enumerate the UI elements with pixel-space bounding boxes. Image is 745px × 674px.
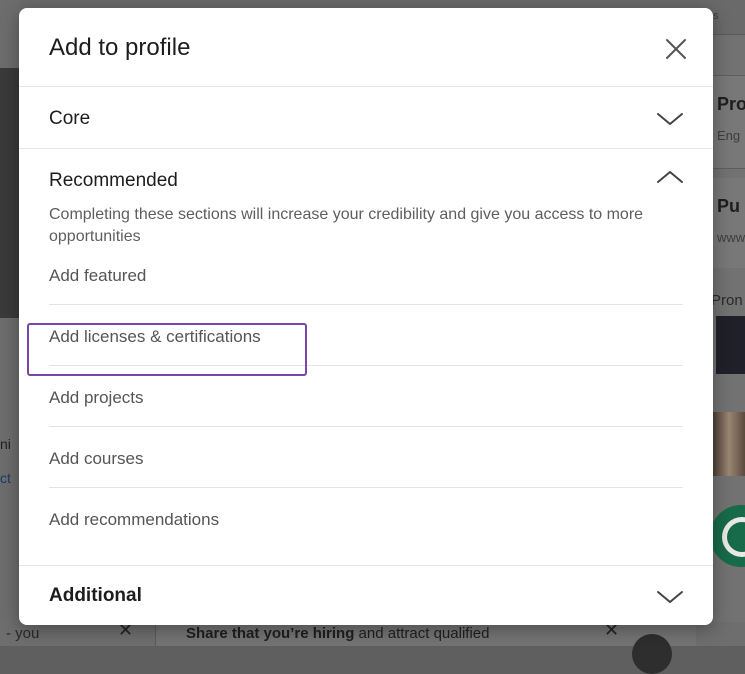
- recommended-description: Completing these sections will increase …: [49, 206, 644, 245]
- section-additional[interactable]: Additional: [19, 565, 713, 625]
- add-recommendations-label: Add recommendations: [49, 510, 220, 529]
- add-featured-item[interactable]: Add featured: [49, 254, 683, 305]
- close-button[interactable]: [661, 34, 691, 64]
- right-card-2-title: Pu: [717, 196, 741, 216]
- add-featured-label: Add featured: [49, 266, 147, 285]
- add-to-profile-modal: Add to profile Core Recommended Completi…: [19, 8, 713, 625]
- left-text-fragment-2: ct: [0, 470, 11, 486]
- right-person-photo: [713, 412, 745, 476]
- right-card-2: [713, 178, 745, 268]
- section-core[interactable]: Core: [19, 87, 713, 149]
- add-courses-item[interactable]: Add courses: [49, 427, 683, 488]
- recommended-list: Add featured Add licenses & certificatio…: [49, 254, 683, 548]
- left-text-fragment-1: ni: [0, 436, 11, 452]
- section-core-label: Core: [49, 108, 91, 129]
- add-courses-label: Add courses: [49, 449, 144, 468]
- close-icon: [666, 39, 686, 59]
- right-card-1: [713, 75, 745, 169]
- bottom-left-text: - you: [6, 625, 40, 642]
- section-additional-label: Additional: [49, 585, 142, 606]
- right-card-3-title: Pron: [711, 292, 743, 309]
- add-projects-label: Add projects: [49, 388, 144, 407]
- right-card-1-title: Pro: [717, 94, 745, 114]
- bottom-avatar: [632, 634, 672, 674]
- right-promo-logo: [716, 316, 745, 374]
- right-card-1-sub: Eng: [717, 128, 741, 143]
- add-recommendations-item[interactable]: Add recommendations: [49, 488, 683, 548]
- highlight-box: [27, 323, 307, 376]
- right-card-2-sub: www: [717, 230, 745, 245]
- hiring-card-text: Share that you’re hiring and attract qua…: [186, 625, 490, 642]
- modal-title: Add to profile: [49, 34, 191, 61]
- left-banner-fragment: [0, 68, 20, 318]
- right-top-fragment: s: [713, 10, 719, 22]
- section-recommended-label: Recommended: [49, 170, 178, 191]
- section-recommended-header[interactable]: Recommended: [19, 149, 713, 204]
- chevron-down-icon: [657, 591, 683, 603]
- modal-header: Add to profile: [19, 8, 713, 87]
- chevron-up-icon: [657, 171, 683, 183]
- chevron-down-icon: [657, 113, 683, 125]
